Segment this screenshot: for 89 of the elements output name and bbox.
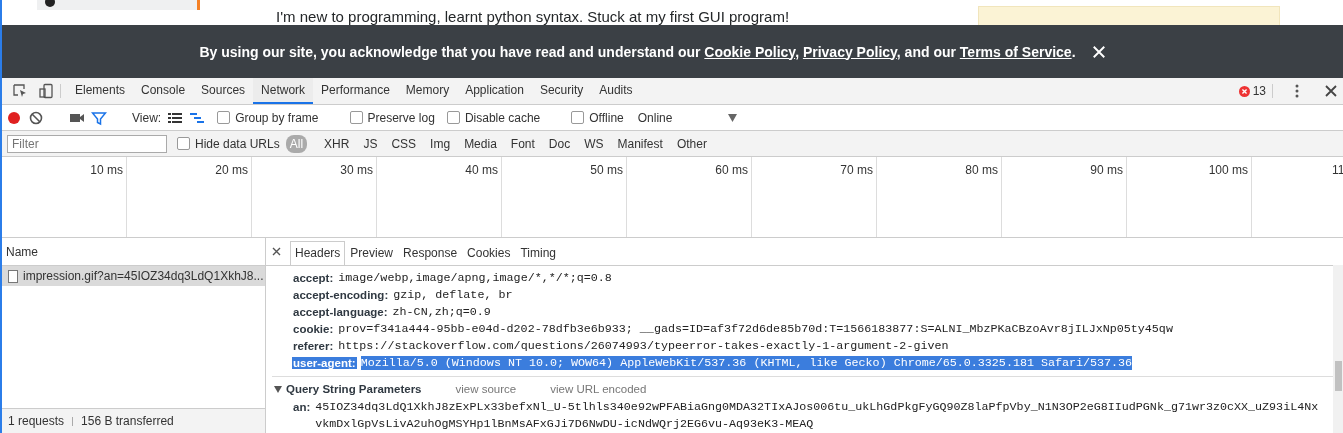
checkbox[interactable] (177, 137, 190, 150)
devtools-tab[interactable]: Performance (313, 78, 398, 104)
detail-tab[interactable]: Cookies (462, 241, 516, 265)
devtools-tab[interactable]: Application (457, 78, 532, 104)
circle-icon (45, 0, 55, 7)
error-icon (1238, 85, 1250, 97)
devtools-tab[interactable]: Security (531, 78, 592, 104)
type-filter[interactable]: Other (672, 134, 711, 153)
inspect-icon[interactable] (12, 83, 28, 99)
timeline-tick: 30 ms (340, 163, 373, 177)
checkbox-label: Preserve log (367, 110, 435, 125)
view-link[interactable]: view source (455, 383, 517, 395)
type-filter[interactable]: JS (359, 134, 382, 153)
timeline-tick: 50 ms (590, 163, 623, 177)
status-text: 1 requests (8, 414, 65, 428)
section-title[interactable]: Query String Parameters (286, 383, 422, 395)
type-filter[interactable]: CSS (387, 134, 421, 153)
checkbox-label: Hide data URLs (195, 136, 280, 151)
timeline-tick: 90 ms (1090, 163, 1123, 177)
error-count[interactable]: 13 (1252, 84, 1266, 98)
param-value: 45IOZ34dq3LdQ1XkhJ8zExPLx33befxNl_U-5tlhls340e92wPFABiaGng0MDA32TIxAJos006tu_ukLhGdPkgFyGQ90Z8laPfpVby_N1N3OP2eG8IIudPGNk_g71wr3z0cXX_uZ93iL4NxvkmDxlGpVsLivA2uhOgMSYHp1lBnMsAFxGJi7D6NwDU-icNdWQrj2EG6vu-Aq93eK3-MEAQ (315, 399, 1320, 433)
type-filter[interactable]: XHR (320, 134, 354, 153)
header-value: Mozilla/5.0 (Windows NT 10.0; WOW64) AppleWebKit/537.36 (KHTML, like Gecko) Chrome/65.0.3325.181 Safari/537.36 (360, 355, 1133, 370)
timeline-tick: 10 ms (90, 163, 123, 177)
filter-field[interactable]: Filter (7, 134, 167, 153)
checkbox-label: Disable cache (464, 110, 541, 125)
policy-link[interactable]: Terms of Service (959, 43, 1072, 60)
devtools-tab[interactable]: Network (253, 78, 314, 104)
param-name: an: (292, 400, 312, 415)
header-name: referer: (292, 339, 335, 352)
header-name: accept-encoding: (292, 288, 390, 301)
expand-triangle-icon[interactable] (274, 385, 282, 393)
clear-icon[interactable] (28, 109, 44, 126)
checkbox[interactable] (446, 111, 460, 124)
header-value: zh-CN,zh;q=0.9 (392, 304, 491, 319)
checkbox-label: Offline (589, 110, 624, 125)
header-name: accept: (292, 271, 335, 284)
record-icon[interactable] (6, 109, 22, 126)
file-icon (8, 269, 18, 283)
request-name: impression.gif?an=45IOZ34dq3LdQ1XkhJ8... (23, 269, 264, 283)
request-row[interactable]: impression.gif?an=45IOZ34dq3LdQ1XkhJ8... (2, 266, 265, 286)
timeline-tick: 60 ms (715, 163, 748, 177)
type-filter[interactable]: WS (580, 134, 608, 153)
devtools-tab[interactable]: Audits (591, 78, 641, 104)
filter-icon[interactable] (91, 109, 107, 126)
view-label: View: (132, 110, 162, 125)
timeline-tick: 40 ms (465, 163, 498, 177)
timeline-tick: 20 ms (215, 163, 248, 177)
detail-tab[interactable]: Timing (515, 241, 561, 265)
device-icon[interactable] (38, 83, 54, 99)
timeline-tick: 80 ms (965, 163, 998, 177)
column-header[interactable]: Name (6, 244, 38, 259)
cookie-notice: By using our site, you acknowledge that you have read and understand our Cookie Policy, Privacy Policy, and our Terms of Service. (199, 43, 1076, 60)
policy-link[interactable]: Privacy Policy (802, 43, 897, 60)
header-value: prov=f341a444-95bb-e04d-d202-78dfb3e6b933; __gads=ID=af3f72d6de85b70d:T=1566183877:S=ALNI_MbzPKaCBzoAvr8jILJxNp05ty45qw (338, 321, 1173, 336)
checkbox[interactable] (349, 111, 363, 124)
header-value: https://stackoverflow.com/questions/26074993/typeerror-takes-exactly-1-argument-2-given (338, 338, 949, 353)
scrollbar[interactable] (1333, 265, 1343, 433)
detail-tab[interactable]: Headers (290, 241, 346, 265)
caret-icon[interactable] (728, 113, 738, 122)
type-filter[interactable]: Img (426, 134, 455, 153)
close-icon[interactable] (1323, 83, 1339, 99)
header-value: image/webp,image/apng,image/*,*/*;q=0.8 (338, 270, 612, 285)
policy-link[interactable]: Cookie Policy (704, 43, 796, 60)
type-filter[interactable]: Media (460, 134, 501, 153)
header-name: user-agent: (292, 356, 357, 369)
detail-tab[interactable]: Response (398, 241, 463, 265)
timeline-tick: 70 ms (840, 163, 873, 177)
timeline-tick: 100 ms (1208, 163, 1248, 177)
header-name: accept-language: (292, 305, 389, 318)
devtools-tab[interactable]: Console (133, 78, 194, 104)
type-filter[interactable]: Font (506, 134, 539, 153)
checkbox[interactable] (217, 111, 231, 124)
checkbox[interactable] (571, 111, 585, 124)
devtools-tab[interactable]: Elements (67, 78, 134, 104)
header-name: cookie: (292, 322, 335, 335)
status-text: 156 B transferred (81, 414, 174, 428)
type-filter[interactable]: Manifest (613, 134, 667, 153)
detail-tab[interactable]: Preview (345, 241, 399, 265)
devtools-tab[interactable]: Memory (397, 78, 458, 104)
timeline-tick: 11 (1332, 163, 1343, 177)
view-link[interactable]: view URL encoded (550, 383, 647, 395)
question-text: I'm new to programming, learnt python syntax. Stuck at my first GUI program! (276, 7, 790, 25)
devtools-tab[interactable]: Sources (193, 78, 254, 104)
checkbox-label: Group by frame (235, 110, 319, 125)
throttling-select[interactable]: Online (637, 110, 673, 125)
header-value: gzip, deflate, br (393, 287, 513, 302)
type-filter[interactable]: Doc (544, 134, 575, 153)
close-icon[interactable] (272, 247, 281, 256)
